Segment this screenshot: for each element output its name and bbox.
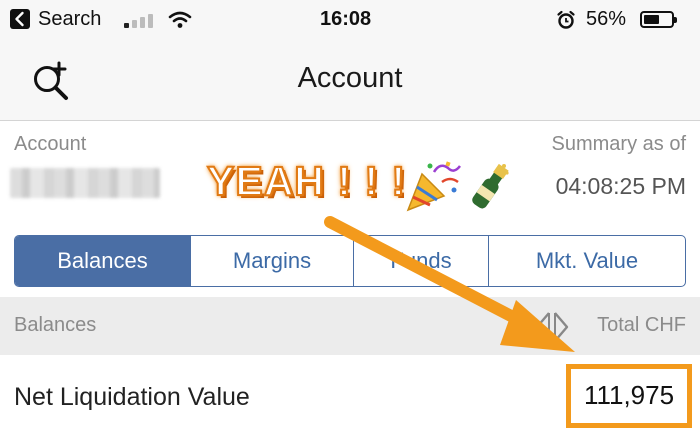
battery-icon — [640, 11, 677, 28]
account-tabs: Balances Margins Funds Mkt. Value — [14, 235, 686, 287]
wifi-icon — [168, 11, 192, 28]
battery-fill — [644, 15, 659, 24]
alarm-clock-icon — [557, 10, 575, 29]
party-popper-icon — [406, 161, 461, 212]
balances-section-label: Balances — [14, 314, 97, 336]
account-number-redacted — [10, 168, 160, 198]
currency-label[interactable]: Total CHF — [597, 314, 686, 337]
balances-section-header — [0, 297, 700, 355]
account-label: Account — [14, 133, 87, 155]
page-title: Account — [297, 62, 403, 94]
champagne-icon — [472, 163, 509, 209]
tab-funds[interactable]: Funds — [353, 236, 488, 286]
summary-time: 04:08:25 PM — [555, 173, 686, 199]
currency-toggle-icon[interactable] — [532, 309, 572, 345]
net-liquidation-value: 111,975 — [583, 380, 675, 410]
tab-margins[interactable]: Margins — [190, 236, 353, 286]
signal-strength-icon — [124, 14, 158, 28]
back-to-search-link[interactable]: Search — [38, 8, 101, 31]
summary-label: Summary as of — [551, 133, 686, 155]
navigation-bar: Account — [0, 40, 700, 121]
back-arrow-icon[interactable] — [10, 9, 30, 29]
tab-balances[interactable]: Balances — [15, 236, 190, 286]
tab-mkt-value[interactable]: Mkt. Value — [488, 236, 685, 286]
status-time: 16:08 — [320, 8, 372, 30]
yeah-annotation: YEAH ! ! ! — [206, 157, 407, 205]
battery-percent: 56% — [586, 8, 627, 30]
net-liquidation-label: Net Liquidation Value — [14, 383, 250, 411]
